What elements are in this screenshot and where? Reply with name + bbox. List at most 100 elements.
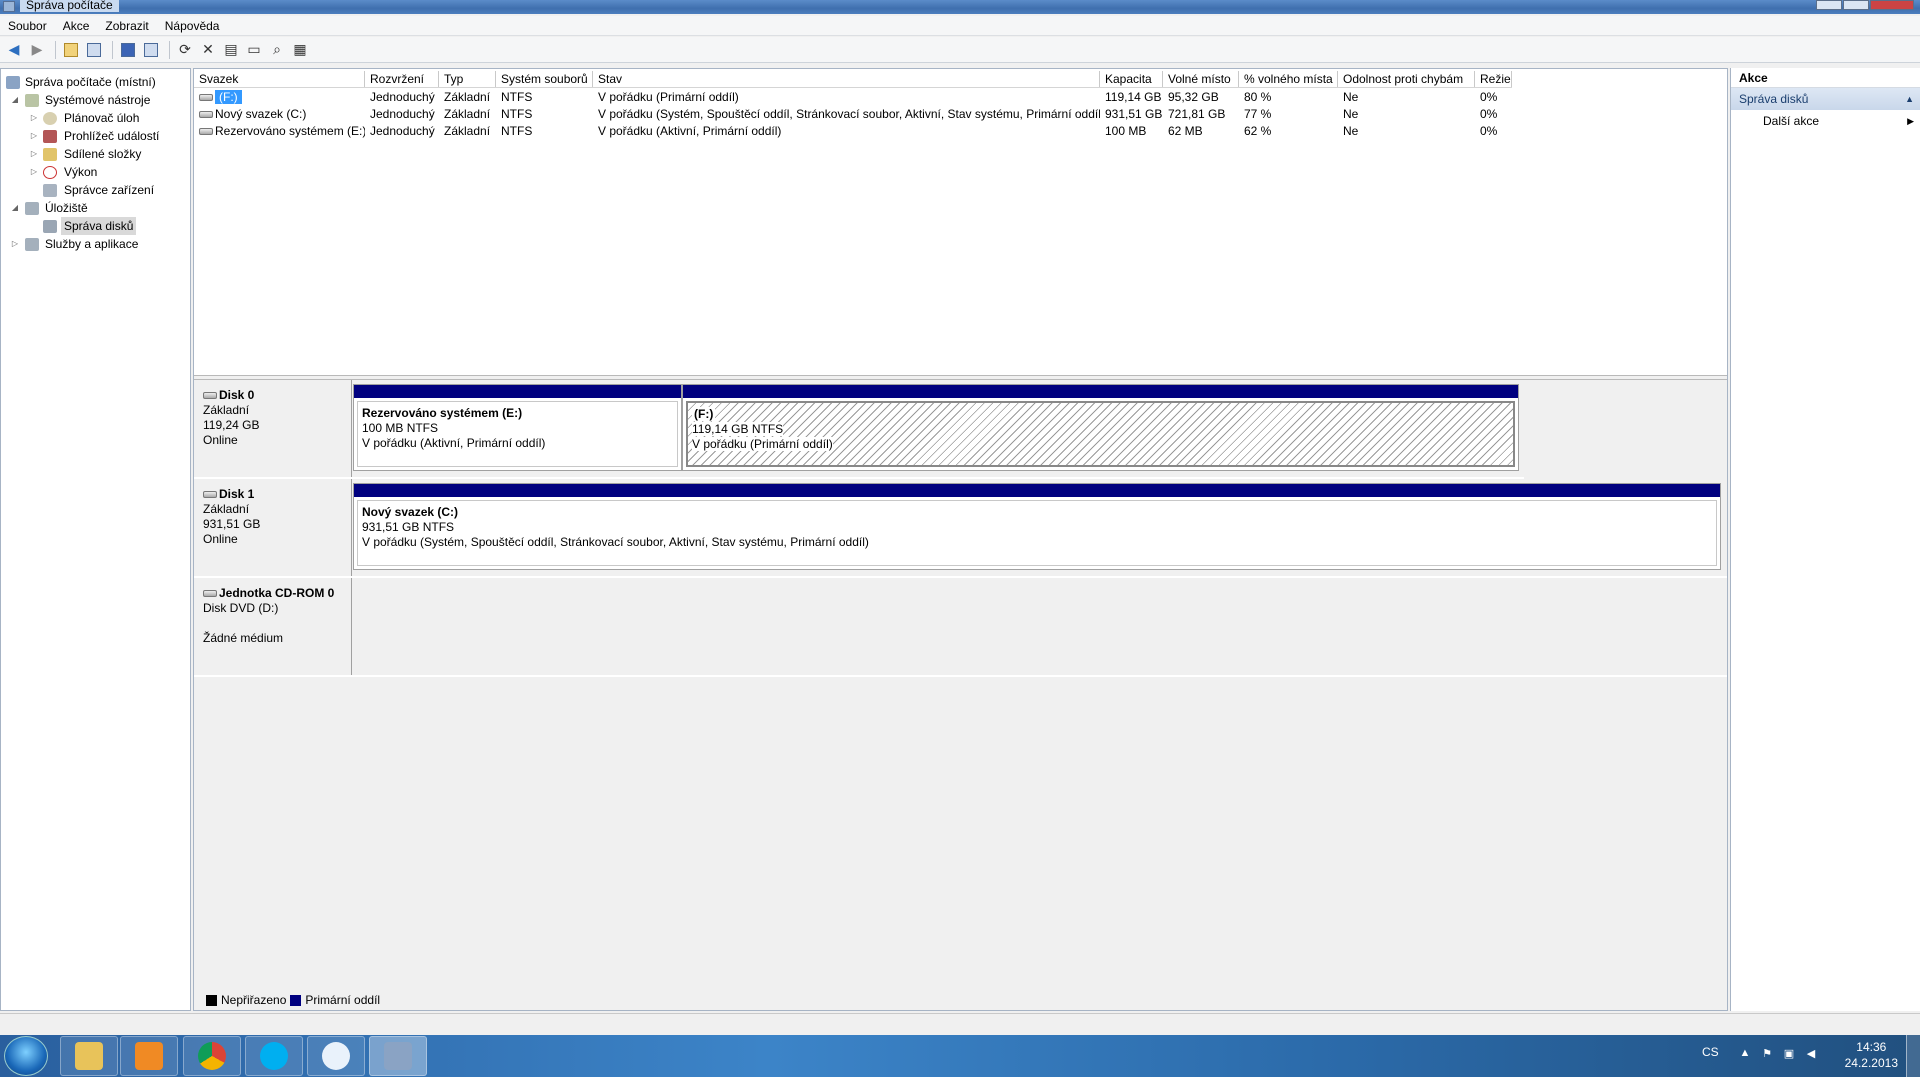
start-button[interactable] <box>4 1036 48 1076</box>
table-cell: Základní <box>444 107 491 121</box>
help-icon[interactable] <box>118 40 138 60</box>
disk-row-0[interactable]: Disk 0 Základní 119,24 GB Online Rezervo… <box>194 380 1524 479</box>
column-header-percent-free[interactable]: % volného místa <box>1239 71 1338 87</box>
volume-icon <box>199 94 213 102</box>
tree-item-shared-folders[interactable]: ▷ Sdílené složky <box>1 145 190 163</box>
disk-row-1[interactable]: Disk 1 Základní 931,51 GB Online Nový sv… <box>194 479 1727 578</box>
taskbar-media-player[interactable] <box>120 1036 178 1076</box>
network-icon[interactable]: ▣ <box>1782 1047 1796 1061</box>
table-cell: Jednoduchý <box>370 90 435 104</box>
delete-icon[interactable]: ✕ <box>198 40 218 60</box>
disk-info-1[interactable]: Disk 1 Základní 931,51 GB Online <box>194 479 352 576</box>
table-cell: 0% <box>1480 107 1498 121</box>
legend-label: Primární oddíl <box>305 993 381 1007</box>
services-icon <box>25 238 39 251</box>
table-row[interactable]: Rezervováno systémem (E:) Jednoduchý Zák… <box>194 123 1512 140</box>
tree-item-label: Sdílené složky <box>64 147 142 161</box>
column-header-capacity[interactable]: Kapacita <box>1100 71 1163 87</box>
column-header-layout[interactable]: Rozvržení <box>365 71 439 87</box>
taskbar-skype[interactable] <box>245 1036 303 1076</box>
clock[interactable]: 14:36 24.2.2013 <box>1845 1039 1898 1071</box>
partition-c[interactable]: Nový svazek (C:) 931,51 GB NTFS V pořádk… <box>353 483 1721 570</box>
menu-soubor[interactable]: Soubor <box>0 16 55 35</box>
show-desktop-button[interactable] <box>1906 1035 1920 1077</box>
partition-size: 119,14 GB NTFS <box>692 422 784 436</box>
toolbar: ◀ ▶ ⟳ ✕ ▤ ▭ ⌕ ▦ <box>0 37 1920 63</box>
close-button[interactable] <box>1870 0 1914 10</box>
computer-management-icon <box>384 1042 412 1070</box>
app-icon[interactable] <box>3 1 15 12</box>
table-cell: 119,14 GB <box>1105 90 1162 104</box>
column-header-volume[interactable]: Svazek <box>194 71 365 87</box>
taskbar-computer-management[interactable] <box>369 1036 427 1076</box>
menu-akce[interactable]: Akce <box>55 16 98 35</box>
tree-item-performance[interactable]: ▷ Výkon <box>1 163 190 181</box>
open-icon[interactable]: ▭ <box>244 40 264 60</box>
properties-icon[interactable]: ▤ <box>221 40 241 60</box>
language-indicator[interactable]: CS <box>1702 1045 1719 1059</box>
menu-zobrazit[interactable]: Zobrazit <box>97 16 156 35</box>
taskbar-chrome[interactable] <box>183 1036 241 1076</box>
minimize-button[interactable] <box>1816 0 1842 10</box>
taskbar-uplay[interactable] <box>307 1036 365 1076</box>
show-hide-tree-icon[interactable] <box>84 40 104 60</box>
column-header-free-space[interactable]: Volné místo <box>1163 71 1239 87</box>
table-cell: 100 MB <box>1105 124 1147 138</box>
column-header-status[interactable]: Stav <box>593 71 1100 87</box>
column-header-overhead[interactable]: Režie <box>1475 71 1512 87</box>
collapse-arrow-icon[interactable]: ◢ <box>10 199 20 217</box>
primary-partition-bar <box>354 484 1720 497</box>
taskbar-explorer[interactable] <box>60 1036 118 1076</box>
table-row[interactable]: Nový svazek (C:) Jednoduchý Základní NTF… <box>194 106 1512 123</box>
column-header-type[interactable]: Typ <box>439 71 496 87</box>
maximize-button[interactable] <box>1843 0 1869 10</box>
table-cell: V pořádku (Primární oddíl) <box>598 90 739 104</box>
disk-row-cdrom[interactable]: Jednotka CD-ROM 0 Disk DVD (D:) Žádné mé… <box>194 578 1727 677</box>
disk-info-0[interactable]: Disk 0 Základní 119,24 GB Online <box>194 380 352 477</box>
partition-body: Nový svazek (C:) 931,51 GB NTFS V pořádk… <box>357 500 1717 566</box>
show-hidden-icons-icon[interactable]: ▲ <box>1738 1047 1752 1061</box>
forward-icon[interactable]: ▶ <box>27 40 47 60</box>
disk-status: Žádné médium <box>203 631 284 645</box>
tree-item-computer-management[interactable]: Správa počítače (místní) <box>1 73 190 91</box>
disk-name: Disk 1 <box>203 487 351 502</box>
tree-item-event-viewer[interactable]: ▷ Prohlížeč událostí <box>1 127 190 145</box>
expand-arrow-icon[interactable]: ▷ <box>29 127 39 145</box>
tree-item-label: Správa disků <box>61 217 137 235</box>
tree-item-disk-management[interactable]: Správa disků <box>1 217 190 235</box>
volume-icon <box>199 111 213 119</box>
column-header-fault-tolerance[interactable]: Odolnost proti chybám <box>1338 71 1475 87</box>
tree-item-system-tools[interactable]: ◢ Systémové nástroje <box>1 91 190 109</box>
action-center-icon[interactable]: ⚑ <box>1760 1047 1774 1061</box>
tree-item-task-scheduler[interactable]: ▷ Plánovač úloh <box>1 109 190 127</box>
tree-item-device-manager[interactable]: Správce zařízení <box>1 181 190 199</box>
tree-item-storage[interactable]: ◢ Úložiště <box>1 199 190 217</box>
tree-item-services-applications[interactable]: ▷ Služby a aplikace <box>1 235 190 253</box>
toolbar-separator <box>169 40 170 59</box>
action-more-actions[interactable]: Další akce ▶ <box>1731 110 1920 132</box>
expand-arrow-icon[interactable]: ▷ <box>29 109 39 127</box>
device-manager-icon <box>43 184 57 197</box>
disk-info-cdrom[interactable]: Jednotka CD-ROM 0 Disk DVD (D:) Žádné mé… <box>194 578 352 675</box>
partition-system-reserved[interactable]: Rezervováno systémem (E:) 100 MB NTFS V … <box>353 384 682 471</box>
collapse-arrow-icon[interactable]: ◢ <box>10 91 20 109</box>
menu-napoveda[interactable]: Nápověda <box>157 16 228 35</box>
volume-icon[interactable]: ◀ <box>1804 1047 1818 1061</box>
back-icon[interactable]: ◀ <box>4 40 24 60</box>
table-row[interactable]: (F:) Jednoduchý Základní NTFS V pořádku … <box>194 89 1512 106</box>
refresh-icon[interactable]: ⟳ <box>175 40 195 60</box>
up-folder-icon[interactable] <box>61 40 81 60</box>
expand-arrow-icon[interactable]: ▷ <box>29 145 39 163</box>
expand-arrow-icon[interactable]: ▷ <box>10 235 20 253</box>
settings-icon[interactable]: ▦ <box>290 40 310 60</box>
unallocated-swatch <box>206 994 217 1006</box>
expand-arrow-icon[interactable]: ▷ <box>29 163 39 181</box>
collapse-icon[interactable]: ▲ <box>1905 88 1914 110</box>
properties-panel-icon[interactable] <box>141 40 161 60</box>
actions-section-disk-management[interactable]: Správa disků ▲ <box>1731 88 1920 110</box>
column-header-filesystem[interactable]: Systém souborů <box>496 71 593 87</box>
cdrom-icon <box>203 590 217 598</box>
search-icon[interactable]: ⌕ <box>267 40 287 60</box>
table-cell: NTFS <box>501 124 533 138</box>
partition-f[interactable]: (F:) 119,14 GB NTFS V pořádku (Primární … <box>682 384 1519 471</box>
